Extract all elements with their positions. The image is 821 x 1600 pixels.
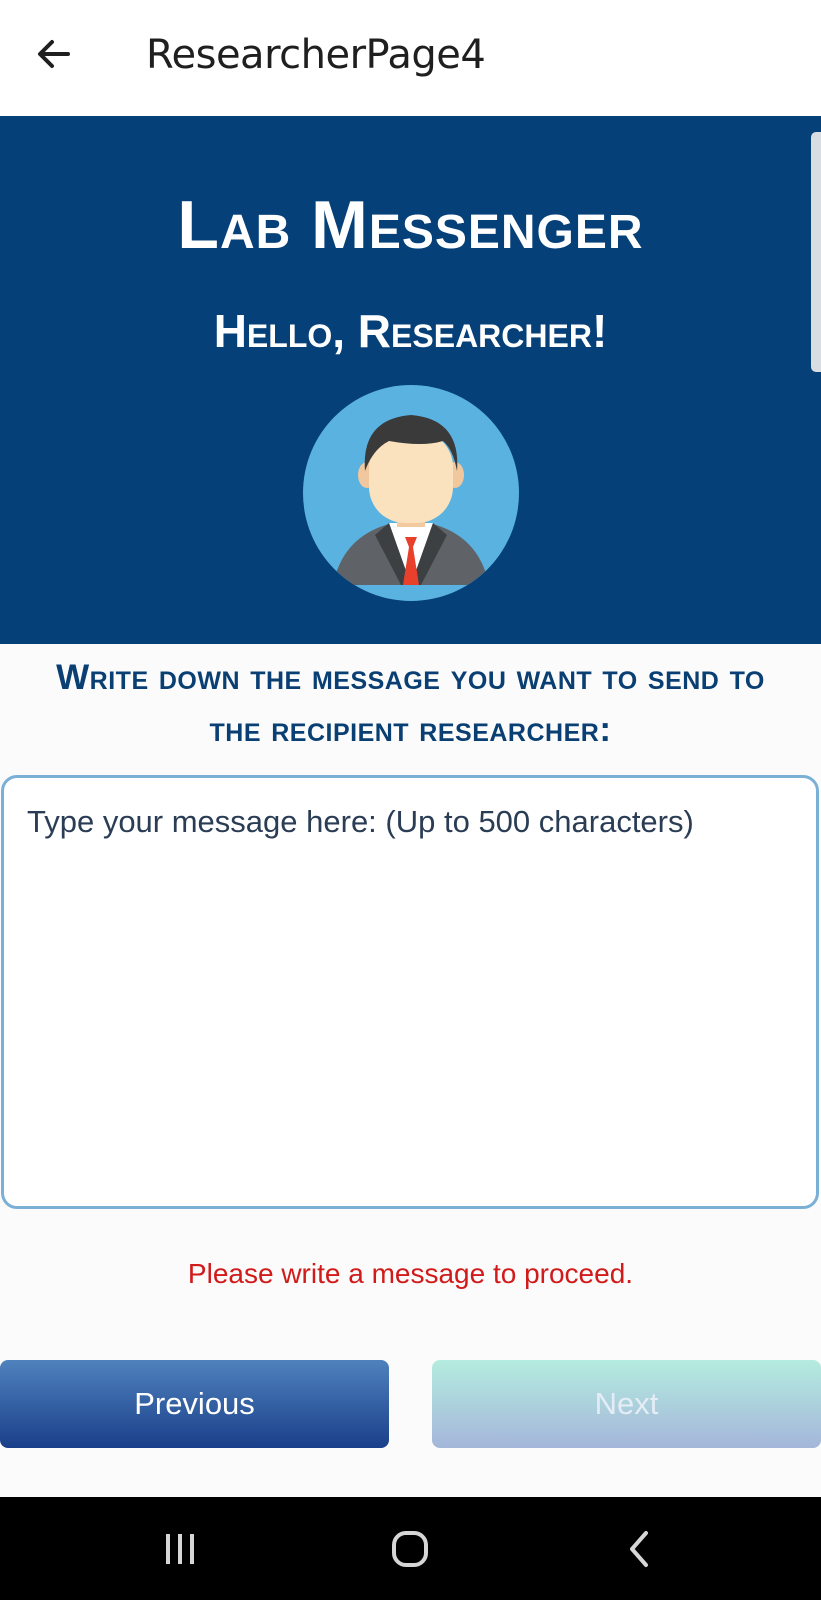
message-box	[1, 775, 819, 1209]
recents-button[interactable]	[150, 1521, 210, 1577]
recents-icon	[166, 1534, 194, 1564]
error-message: Please write a message to proceed.	[187, 1258, 634, 1289]
greeting: Hello, Researcher!	[213, 305, 608, 357]
chevron-left-icon	[630, 1531, 648, 1567]
header-banner: Lab Messenger Hello, Researcher!	[0, 116, 821, 644]
arrow-left-icon	[38, 40, 70, 68]
message-prompt: Write down the message you want to send …	[56, 658, 765, 749]
scrollbar[interactable]	[811, 132, 821, 372]
back-button[interactable]	[26, 26, 82, 82]
page-title: ResearcherPage4	[146, 32, 486, 78]
home-button[interactable]	[380, 1521, 440, 1577]
app-title: Lab Messenger	[177, 187, 644, 263]
system-nav-bar	[0, 1497, 821, 1600]
message-input[interactable]	[4, 778, 816, 1206]
researcher-avatar-icon	[303, 385, 519, 601]
home-icon	[392, 1531, 428, 1567]
app-bar: ResearcherPage4	[0, 0, 821, 116]
next-button[interactable]: Next	[432, 1360, 821, 1448]
previous-button[interactable]: Previous	[0, 1360, 389, 1448]
system-back-button[interactable]	[610, 1521, 670, 1577]
